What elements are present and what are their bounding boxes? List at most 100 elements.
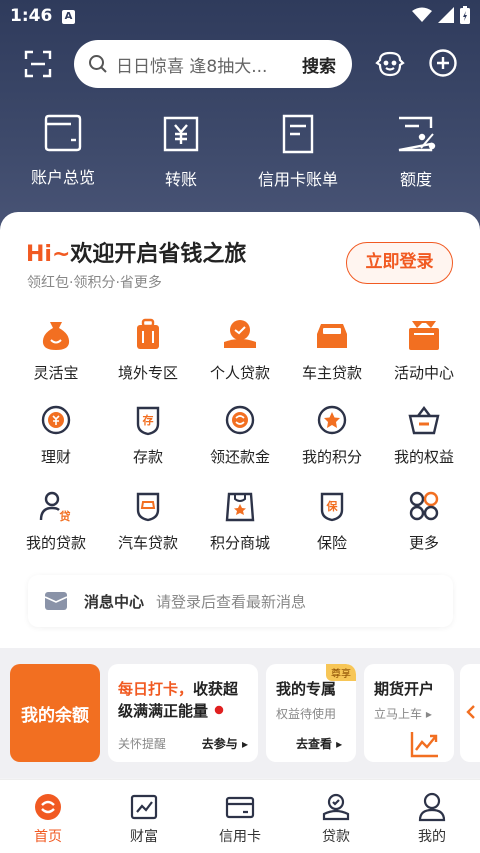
wallet-icon: [44, 114, 82, 152]
car-icon: [317, 324, 347, 348]
my-balance-card[interactable]: 我的余额: [10, 664, 100, 762]
svg-text:贷: 贷: [60, 509, 71, 522]
grid-item-personal-loan[interactable]: 个人贷款: [192, 318, 288, 383]
add-icon[interactable]: [428, 48, 458, 78]
red-dot-icon: [213, 704, 225, 716]
tab-label: 我的: [418, 829, 446, 845]
tab-credit-card[interactable]: 信用卡: [192, 792, 288, 846]
yuan-coin-icon: [41, 405, 71, 435]
signal-icon: [438, 7, 454, 23]
bill-icon: [282, 114, 314, 154]
checkin-title-line2: 级满满正能量: [118, 702, 209, 720]
vip-go[interactable]: 去查看 ▸: [296, 735, 342, 752]
login-button[interactable]: 立即登录: [346, 242, 453, 284]
home-icon: [35, 794, 61, 820]
grid-label: 灵活宝: [33, 364, 79, 382]
message-text: 请登录后查看最新消息: [156, 592, 307, 611]
grid-item-wealth[interactable]: 理财: [8, 404, 104, 467]
message-center[interactable]: 消息中心 请登录后查看最新消息: [28, 575, 453, 627]
insurance-shield-icon: 保: [320, 492, 344, 522]
grid-label: 存款: [132, 448, 163, 466]
grid-item-more[interactable]: 更多: [376, 490, 472, 553]
luggage-icon: [137, 318, 159, 349]
futures-card[interactable]: 期货开户 立马上车 ▸: [364, 664, 454, 762]
grid-item-insurance[interactable]: 保 保险: [284, 490, 380, 553]
user-icon: [418, 792, 446, 822]
grid-item-car-loan[interactable]: 汽车贷款: [100, 490, 196, 553]
welcome-subtitle: 领红包·领积分·省更多: [27, 275, 162, 291]
grid-label: 领还款金: [209, 448, 270, 466]
grid-item-repayment-gold[interactable]: 领还款金: [192, 404, 288, 467]
quick-account-overview[interactable]: 账户总览: [8, 114, 118, 188]
deposit-shield-icon: 存: [136, 406, 160, 436]
grid-item-my-loans[interactable]: 贷 我的贷款: [8, 490, 104, 553]
grid-item-car-owner-loan[interactable]: 车主贷款: [284, 318, 380, 383]
svg-text:存: 存: [143, 413, 154, 427]
checkin-title-highlight: 每日打卡，: [118, 680, 194, 698]
tab-wealth[interactable]: 财富: [96, 792, 192, 846]
search-bar[interactable]: 日日惊喜 逢8抽大... 搜索: [74, 40, 352, 88]
quick-label: 转账: [164, 170, 197, 189]
futures-sub: 立马上车 ▸: [374, 707, 432, 721]
bottom-tab-bar: 首页 财富 信用卡 贷款 我的: [0, 779, 480, 853]
grid-item-linghuobao[interactable]: 灵活宝: [8, 318, 104, 383]
grid-label: 理财: [40, 448, 71, 466]
trend-chart-icon: [410, 732, 438, 758]
tab-label: 贷款: [322, 829, 350, 845]
status-bar: 1:46 A: [0, 0, 480, 34]
status-time: 1:46: [10, 6, 53, 26]
grid-item-deposit[interactable]: 存 存款: [100, 404, 196, 467]
robot-assistant-icon[interactable]: [374, 48, 406, 80]
vip-badge: 尊享: [326, 664, 356, 681]
quick-transfer[interactable]: 转账: [126, 114, 236, 190]
tab-label: 信用卡: [219, 829, 261, 845]
grid-item-my-points[interactable]: 我的积分: [284, 404, 380, 467]
daily-checkin-card[interactable]: 每日打卡，收获超 级满满正能量 关怀提醒 去参与 ▸: [108, 664, 258, 762]
vip-title: 我的专属: [276, 680, 337, 698]
credit-card-icon: [225, 796, 255, 819]
tab-home[interactable]: 首页: [0, 792, 96, 846]
scan-icon[interactable]: [24, 50, 52, 78]
repayment-icon: [225, 405, 255, 435]
grid-item-overseas[interactable]: 境外专区: [100, 318, 196, 383]
futures-title: 期货开户: [374, 680, 435, 698]
quick-quota[interactable]: 额度: [361, 114, 471, 190]
battery-icon: [460, 6, 470, 24]
checkin-title: 每日打卡，收获超 级满满正能量: [118, 678, 248, 722]
message-title: 消息中心: [84, 592, 145, 611]
quick-label: 额度: [399, 170, 432, 189]
svg-text:保: 保: [326, 499, 339, 513]
search-button[interactable]: 搜索: [302, 52, 336, 77]
checkin-title-rest: 收获超: [193, 680, 239, 698]
quick-label: 账户总览: [30, 168, 95, 187]
welcome-text: 欢迎开启省钱之旅: [70, 242, 247, 267]
next-card-peek[interactable]: [460, 664, 480, 762]
basket-icon: [408, 406, 440, 435]
vip-card[interactable]: 尊享 我的专属 权益待使用 去查看 ▸: [266, 664, 356, 762]
grid-label: 保险: [316, 534, 347, 552]
tab-mine[interactable]: 我的: [384, 792, 480, 846]
grid-label: 积分商城: [209, 534, 270, 552]
checkin-remind: 关怀提醒: [118, 737, 167, 751]
search-placeholder[interactable]: 日日惊喜 逢8抽大...: [116, 52, 302, 77]
tab-loan[interactable]: 贷款: [288, 792, 384, 846]
welcome-title: Hi~欢迎开启省钱之旅: [26, 236, 246, 268]
gift-icon: [409, 321, 439, 350]
transfer-icon: [163, 116, 199, 152]
grid-label: 我的贷款: [25, 534, 86, 552]
grid-item-points-mall[interactable]: 积分商城: [192, 490, 288, 553]
loan-hand-icon: [322, 793, 350, 821]
tab-label: 首页: [34, 829, 62, 845]
checkin-go[interactable]: 去参与 ▸: [202, 735, 248, 752]
quick-credit-bill[interactable]: 信用卡账单: [243, 114, 353, 190]
money-bag-icon: [42, 322, 70, 350]
grid-label: 更多: [408, 534, 439, 552]
quick-label: 信用卡账单: [257, 170, 338, 189]
quick-actions: 账户总览 转账 信用卡账单 额度: [0, 114, 480, 194]
notification-a-icon: A: [62, 10, 75, 24]
wifi-icon: [412, 7, 432, 22]
mail-icon: [44, 592, 68, 610]
grid-item-my-rights[interactable]: 我的权益: [376, 404, 472, 467]
grid-label: 汽车贷款: [117, 534, 178, 552]
grid-item-activity-center[interactable]: 活动中心: [376, 318, 472, 383]
